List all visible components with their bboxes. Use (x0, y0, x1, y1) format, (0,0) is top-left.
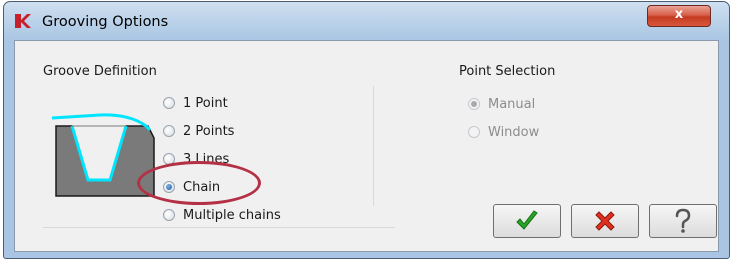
radio-1-point[interactable]: 1 Point (163, 93, 228, 113)
radio-button[interactable] (468, 98, 480, 110)
radio-label: 1 Point (183, 95, 228, 111)
red-x-icon (595, 211, 615, 231)
grooving-options-dialog: Grooving Options x Groove Definition 1 P… (3, 1, 730, 259)
help-button[interactable] (649, 204, 717, 238)
radio-manual[interactable]: Manual (468, 94, 535, 114)
radio-button[interactable] (163, 125, 175, 137)
close-button[interactable]: x (647, 5, 711, 27)
ok-button[interactable] (493, 204, 561, 238)
radio-button[interactable] (163, 97, 175, 109)
dialog-client-area: Groove Definition 1 Point 2 Points 3 Lin… (14, 40, 719, 252)
title-bar[interactable]: Grooving Options x (4, 2, 729, 40)
cancel-button[interactable] (571, 204, 639, 238)
window-title: Grooving Options (42, 14, 169, 30)
chain-highlight-annotation (137, 161, 261, 205)
radio-label: Multiple chains (183, 207, 281, 223)
question-mark-icon (675, 208, 691, 233)
close-icon: x (674, 7, 684, 22)
app-logo-icon (15, 14, 31, 28)
radio-label: Window (488, 124, 540, 140)
radio-2-points[interactable]: 2 Points (163, 121, 234, 141)
radio-label: 2 Points (183, 123, 235, 139)
point-selection-label: Point Selection (459, 64, 556, 79)
radio-multiple-chains[interactable]: Multiple chains (163, 205, 281, 225)
groove-definition-label: Groove Definition (43, 64, 157, 79)
radio-button[interactable] (163, 209, 175, 221)
checkmark-icon (516, 210, 538, 230)
radio-button[interactable] (468, 126, 480, 138)
radio-window[interactable]: Window (468, 122, 539, 142)
radio-label: Manual (488, 96, 536, 112)
group-vertical-divider (373, 86, 374, 206)
groove-group-bottom-divider (43, 227, 395, 228)
